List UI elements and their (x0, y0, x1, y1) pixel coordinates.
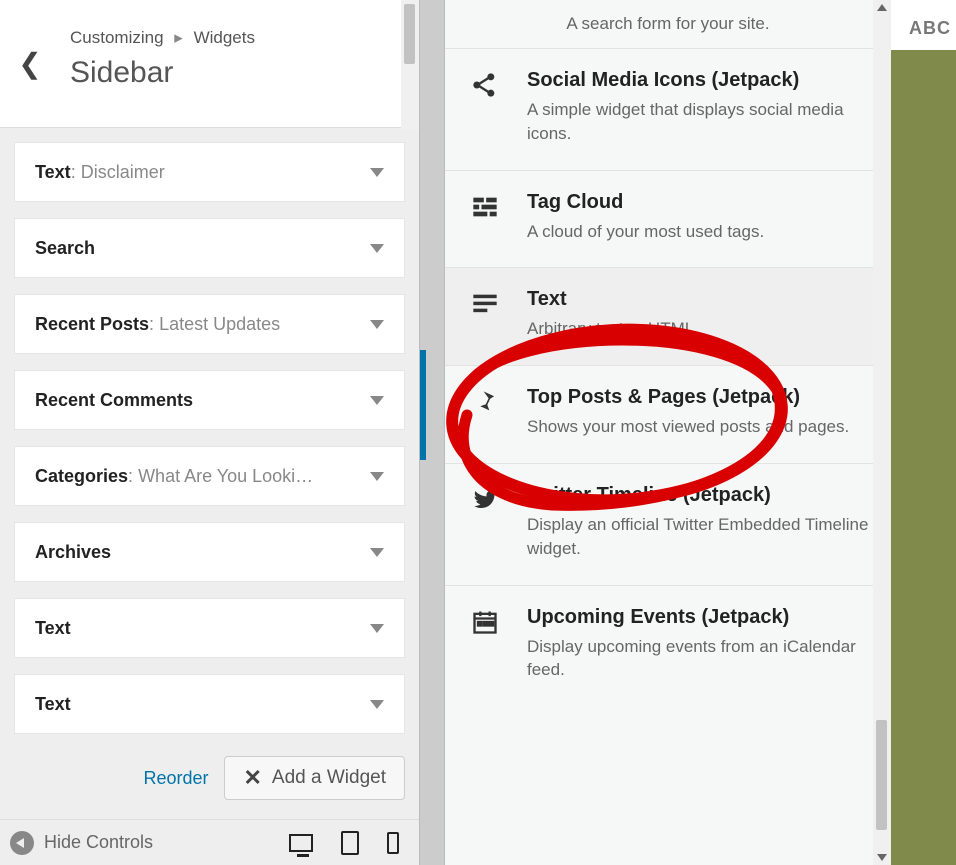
widget-item-text-1[interactable]: Text (14, 598, 405, 658)
site-preview-strip: ABC (891, 0, 956, 865)
available-widget-title: Upcoming Events (Jetpack) (527, 606, 871, 629)
available-widget-text[interactable]: Text Arbitrary text or HTML. (445, 267, 891, 365)
right-scrollbar[interactable] (873, 0, 891, 865)
tablet-preview-button[interactable] (341, 831, 359, 855)
widget-item-sublabel: Latest Updates (159, 314, 280, 334)
widget-list: Text: Disclaimer Search Recent Posts: La… (0, 128, 419, 819)
available-widget-description: Display upcoming events from an iCalenda… (527, 635, 871, 683)
add-widget-button[interactable]: ✕ Add a Widget (224, 756, 405, 800)
scroll-thumb[interactable] (876, 720, 887, 830)
available-widget-tag-cloud[interactable]: Tag Cloud A cloud of your most used tags… (445, 170, 891, 268)
available-widget-title: Tag Cloud (527, 191, 871, 214)
phone-preview-button[interactable] (387, 832, 399, 854)
panel-divider[interactable] (419, 0, 445, 865)
widget-item-label: Text (35, 618, 71, 638)
breadcrumb-widgets: Widgets (194, 28, 255, 47)
chevron-left-icon: ❮ (18, 47, 41, 80)
scroll-down-icon (877, 854, 887, 861)
widget-item-sublabel: What Are You Looki… (138, 466, 313, 486)
available-widget-description: Display an official Twitter Embedded Tim… (527, 513, 871, 561)
chevron-down-icon (370, 320, 384, 329)
widget-item-label: Categories (35, 466, 128, 486)
widget-item-label: Recent Comments (35, 390, 193, 410)
close-icon: ✕ (243, 767, 261, 789)
tagcloud-icon (465, 191, 505, 244)
widget-item-recent-comments[interactable]: Recent Comments (14, 370, 405, 430)
widget-item-label: Text (35, 162, 71, 182)
available-widget-title: Top Posts & Pages (Jetpack) (527, 386, 871, 409)
available-widget-title: Text (527, 288, 871, 311)
widget-item-recent-posts[interactable]: Recent Posts: Latest Updates (14, 294, 405, 354)
preview-text: ABC (909, 18, 951, 39)
selection-indicator (420, 350, 426, 460)
chevron-right-icon: ▸ (174, 28, 183, 47)
hide-controls-button[interactable]: Hide Controls (10, 831, 153, 855)
calendar-icon (465, 606, 505, 683)
available-widget-title: Social Media Icons (Jetpack) (527, 69, 871, 92)
customizer-footer: Hide Controls (0, 819, 419, 865)
widget-item-archives[interactable]: Archives (14, 522, 405, 582)
scroll-up-icon (877, 4, 887, 11)
chevron-down-icon (370, 700, 384, 709)
widget-item-categories[interactable]: Categories: What Are You Looki… (14, 446, 405, 506)
available-widget-description: A simple widget that displays social med… (527, 98, 871, 146)
widget-item-label: Recent Posts (35, 314, 149, 334)
available-widget-top-posts[interactable]: Top Posts & Pages (Jetpack) Shows your m… (445, 365, 891, 463)
chevron-down-icon (370, 472, 384, 481)
widget-item-sublabel: Disclaimer (81, 162, 165, 182)
text-icon (465, 288, 505, 341)
available-widget-title: Twitter Timeline (Jetpack) (527, 484, 871, 507)
available-widget-description: Arbitrary text or HTML. (527, 317, 871, 341)
available-widget-upcoming-events[interactable]: Upcoming Events (Jetpack) Display upcomi… (445, 585, 891, 707)
available-widget-description: Shows your most viewed posts and pages. (527, 415, 871, 439)
search-widget-description: A search form for your site. (445, 0, 891, 48)
widget-item-label: Search (35, 238, 95, 258)
reorder-link[interactable]: Reorder (143, 768, 208, 789)
twitter-icon (465, 484, 505, 561)
left-scrollbar[interactable] (401, 0, 419, 130)
customizer-panel: ❮ Customizing ▸ Widgets Sidebar Text: Di… (0, 0, 419, 865)
back-button[interactable]: ❮ (0, 0, 60, 127)
add-widget-label: Add a Widget (272, 767, 386, 789)
device-preview-controls (289, 831, 399, 855)
hide-controls-label: Hide Controls (44, 832, 153, 853)
widget-item-text-disclaimer[interactable]: Text: Disclaimer (14, 142, 405, 202)
chevron-down-icon (370, 548, 384, 557)
available-widgets-panel: A search form for your site. Social Medi… (445, 0, 891, 865)
chevron-down-icon (370, 168, 384, 177)
breadcrumb-customizing: Customizing (70, 28, 164, 47)
share-icon (465, 69, 505, 146)
widget-item-text-2[interactable]: Text (14, 674, 405, 734)
chevron-down-icon (370, 624, 384, 633)
pin-icon (465, 386, 505, 439)
widget-item-label: Text (35, 694, 71, 714)
customizer-header: ❮ Customizing ▸ Widgets Sidebar (0, 0, 419, 128)
breadcrumb: Customizing ▸ Widgets (70, 28, 409, 48)
collapse-icon (10, 831, 34, 855)
chevron-down-icon (370, 396, 384, 405)
chevron-down-icon (370, 244, 384, 253)
widget-item-search[interactable]: Search (14, 218, 405, 278)
available-widget-social-media-icons[interactable]: Social Media Icons (Jetpack) A simple wi… (445, 48, 891, 170)
widget-actions: Reorder ✕ Add a Widget (14, 756, 405, 800)
available-widget-description: A cloud of your most used tags. (527, 220, 871, 244)
desktop-preview-button[interactable] (289, 834, 313, 852)
section-title: Sidebar (70, 56, 409, 90)
widget-item-label: Archives (35, 542, 111, 562)
available-widget-twitter-timeline[interactable]: Twitter Timeline (Jetpack) Display an of… (445, 463, 891, 585)
